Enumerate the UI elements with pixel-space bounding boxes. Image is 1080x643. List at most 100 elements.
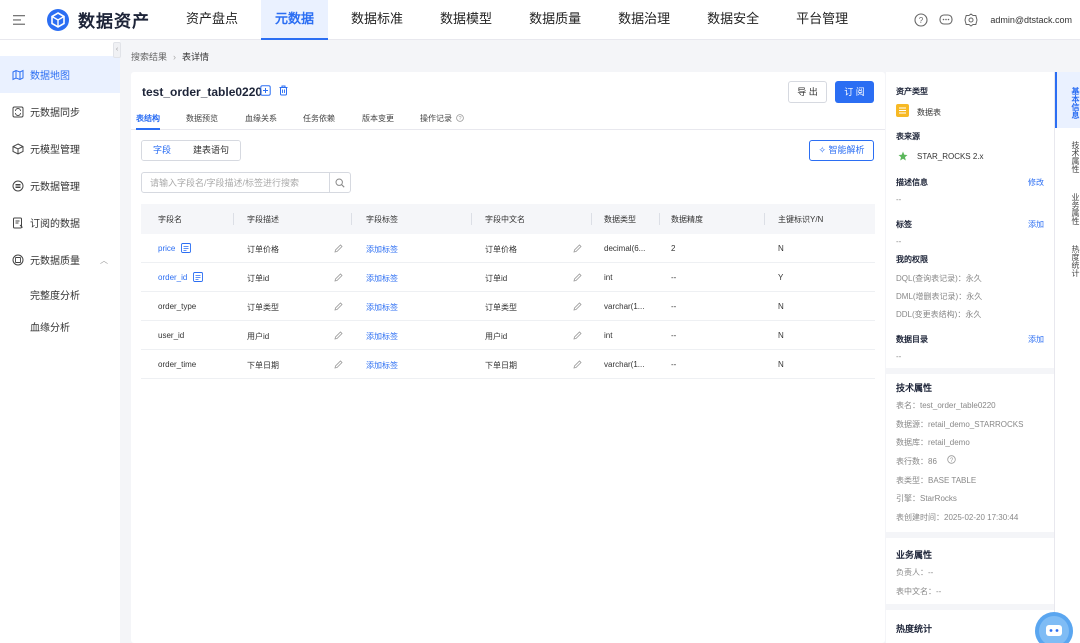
sidebar-collapse-toggle[interactable]: ‹ (113, 42, 121, 58)
app-logo[interactable]: 数据资产 (46, 7, 150, 32)
add-tag-link[interactable]: 添加标签 (366, 273, 398, 284)
top-right-tools: ? admin@dtstack.com (903, 0, 1072, 40)
sidebar-item-metadata-sync[interactable]: 元数据同步 (0, 93, 120, 130)
info-anchor-tabs: 基本信息 技术属性 业务属性 热度统计 (1054, 72, 1080, 643)
edit-icon[interactable] (573, 302, 582, 311)
nav-item-metadata[interactable]: 元数据 (261, 0, 329, 40)
edit-description-link[interactable]: 修改 (1028, 177, 1044, 188)
app-logo-icon (47, 8, 69, 31)
column-header-pk: 主键标识Y/N (778, 215, 824, 224)
add-tag-link[interactable]: 添加标签 (366, 244, 398, 255)
biz-owner: 负责人：-- (896, 568, 934, 577)
search-input[interactable] (142, 173, 329, 192)
nav-item-data-security[interactable]: 数据安全 (693, 0, 773, 40)
edit-icon[interactable] (334, 302, 343, 311)
table-row: order_type 订单类型 添加标签 订单类型 varchar(1... -… (141, 292, 875, 321)
tab-version-change[interactable]: 版本变更 (362, 113, 394, 124)
segment-fields[interactable]: 字段 (142, 141, 184, 160)
sidebar-item-meta-model[interactable]: 元模型管理 (0, 130, 120, 167)
nav-item-platform-admin[interactable]: 平台管理 (782, 0, 862, 40)
tab-data-preview[interactable]: 数据预览 (186, 113, 218, 124)
tab-task-dependency[interactable]: 任务依赖 (303, 113, 335, 124)
description-value: -- (896, 195, 902, 204)
anchor-tab-biz-attributes[interactable]: 业务属性 (1055, 180, 1080, 232)
edit-icon[interactable] (573, 244, 582, 253)
database-icon (12, 180, 24, 191)
subscribe-button[interactable]: 订 阅 (835, 81, 874, 103)
field-name[interactable]: price (158, 244, 175, 253)
breadcrumb-separator: › (173, 52, 177, 62)
field-name: user_id (158, 331, 185, 340)
add-catalog-link[interactable]: 添加 (1028, 334, 1044, 345)
gear-icon[interactable] (964, 13, 978, 27)
tech-table-name: 表名：test_order_table0220 (896, 401, 996, 410)
info-icon: ? (456, 114, 464, 122)
edit-icon[interactable] (573, 273, 582, 282)
nav-item-data-governance[interactable]: 数据治理 (604, 0, 684, 40)
anchor-tab-basic-info[interactable]: 基本信息 (1055, 72, 1080, 128)
detail-tabs: 表结构 数据预览 血缘关系 任务依赖 版本变更 操作记录 ? (131, 108, 885, 130)
sidebar-item-label: 元模型管理 (30, 145, 80, 156)
sidebar-item-label: 元数据管理 (30, 182, 80, 193)
help-icon[interactable]: ? (914, 13, 928, 27)
nav-item-data-model[interactable]: 数据模型 (426, 0, 506, 40)
ai-parse-button[interactable]: ✧ 智能解析 (809, 140, 874, 161)
add-tag-link[interactable]: 添加 (1028, 219, 1044, 230)
sidebar-item-subscribed[interactable]: 订阅的数据 (0, 204, 120, 241)
asset-type-value: 数据表 (917, 108, 941, 117)
sidebar-item-label: 元数据同步 (30, 108, 80, 119)
user-account[interactable]: admin@dtstack.com (990, 15, 1072, 25)
field-primary-key: N (778, 360, 784, 369)
sidebar-item-data-map[interactable]: 数据地图 (0, 56, 120, 93)
nav-item-data-quality[interactable]: 数据质量 (515, 0, 595, 40)
help-icon[interactable]: ? (947, 455, 956, 464)
field-precision: -- (671, 273, 677, 282)
segment-ddl[interactable]: 建表语句 (182, 141, 241, 160)
sidebar-item-metadata-quality[interactable]: 元数据质量 ︿ (0, 241, 120, 278)
tab-table-structure[interactable]: 表结构 (136, 113, 160, 124)
chevron-up-icon[interactable]: ︿ (100, 255, 108, 266)
field-chinese-name: 订单id (485, 274, 508, 283)
anchor-tab-tech-attributes[interactable]: 技术属性 (1055, 128, 1080, 180)
field-name[interactable]: order_id (158, 273, 187, 282)
edit-icon[interactable] (573, 331, 582, 340)
field-chinese-name: 订单价格 (485, 245, 517, 254)
export-button[interactable]: 导 出 (788, 81, 827, 103)
search-button[interactable] (329, 173, 350, 192)
edit-icon[interactable] (573, 360, 582, 369)
field-name: order_time (158, 360, 197, 369)
field-detail-icon[interactable] (193, 272, 203, 282)
tab-lineage[interactable]: 血缘关系 (245, 113, 277, 124)
edit-icon[interactable] (334, 273, 343, 282)
edit-icon[interactable] (334, 244, 343, 253)
breadcrumb-parent[interactable]: 搜索结果 (131, 52, 167, 62)
trash-icon[interactable] (278, 85, 289, 96)
sidebar-item-metadata-mgmt[interactable]: 元数据管理 (0, 167, 120, 204)
add-to-catalog-icon[interactable] (260, 85, 271, 96)
breadcrumb-current: 表详情 (182, 52, 210, 62)
cube-icon (12, 142, 24, 155)
message-icon[interactable] (939, 13, 953, 27)
add-tag-link[interactable]: 添加标签 (366, 331, 398, 342)
menu-icon[interactable] (0, 0, 40, 40)
sidebar-subitem-completeness[interactable]: 完整度分析 (0, 278, 120, 310)
add-tag-link[interactable]: 添加标签 (366, 360, 398, 371)
field-precision: 2 (671, 244, 676, 253)
column-header-type: 数据类型 (604, 215, 636, 224)
tab-operation-log[interactable]: 操作记录 (420, 113, 452, 124)
nav-item-asset-inventory[interactable]: 资产盘点 (172, 0, 252, 40)
assistant-button[interactable] (1035, 612, 1073, 643)
section-divider (886, 604, 1054, 610)
edit-icon[interactable] (334, 331, 343, 340)
svg-text:?: ? (919, 16, 924, 25)
field-detail-icon[interactable] (181, 243, 191, 253)
field-primary-key: N (778, 302, 784, 311)
field-chinese-name: 下单日期 (485, 361, 517, 370)
field-name: order_type (158, 302, 197, 311)
add-tag-link[interactable]: 添加标签 (366, 302, 398, 313)
edit-icon[interactable] (334, 360, 343, 369)
sidebar-subitem-lineage[interactable]: 血缘分析 (0, 310, 120, 342)
anchor-tab-heat-stats[interactable]: 热度统计 (1055, 232, 1080, 284)
nav-item-data-standard[interactable]: 数据标准 (337, 0, 417, 40)
assistant-icon (1039, 616, 1069, 643)
